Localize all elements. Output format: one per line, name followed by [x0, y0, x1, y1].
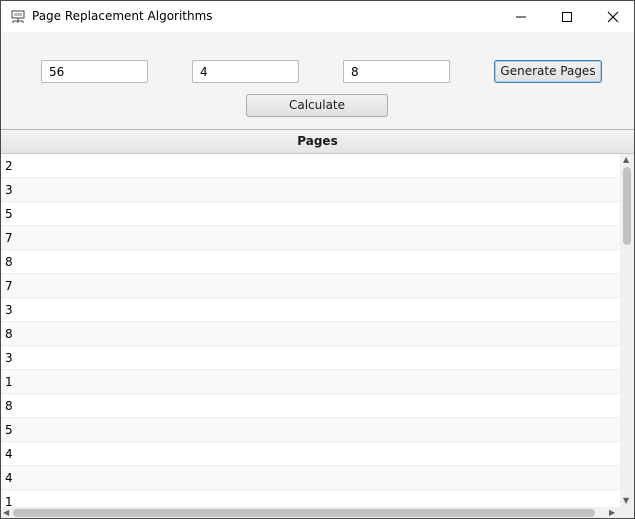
table-row[interactable]: 1	[1, 370, 620, 394]
input-field-3[interactable]	[343, 60, 450, 83]
input-field-2[interactable]	[192, 60, 299, 83]
table-row[interactable]: 5	[1, 418, 620, 442]
scroll-up-icon[interactable]: ▲	[623, 156, 629, 164]
title-bar[interactable]: Page Replacement Algorithms	[1, 1, 634, 32]
close-icon	[607, 11, 619, 23]
table-row[interactable]: 7	[1, 274, 620, 298]
vertical-scroll-thumb[interactable]	[623, 167, 631, 245]
table-row[interactable]: 4	[1, 466, 620, 490]
table-row[interactable]: 8	[1, 322, 620, 346]
table-row[interactable]: 2	[1, 154, 620, 178]
table-row[interactable]: 5	[1, 202, 620, 226]
minimize-icon	[516, 16, 526, 18]
window-title: Page Replacement Algorithms	[32, 9, 213, 23]
input-field-1[interactable]	[41, 60, 148, 83]
horizontal-scrollbar[interactable]: ◀ ▶	[1, 507, 620, 518]
scroll-right-icon[interactable]: ▶	[609, 509, 615, 517]
vertical-scrollbar[interactable]: ▲ ▼	[620, 154, 634, 507]
scrollbar-corner	[620, 507, 634, 518]
table-row[interactable]: 3	[1, 298, 620, 322]
scroll-down-icon[interactable]: ▼	[623, 497, 629, 505]
generate-pages-button[interactable]: Generate Pages	[494, 60, 602, 83]
pages-column-header[interactable]: Pages	[1, 130, 634, 154]
table-row[interactable]: 1	[1, 490, 620, 507]
scroll-left-icon[interactable]: ◀	[3, 509, 9, 517]
calculate-button[interactable]: Calculate	[246, 94, 388, 117]
table-row[interactable]: 3	[1, 178, 620, 202]
minimize-button[interactable]	[498, 1, 544, 32]
table-row[interactable]: 3	[1, 346, 620, 370]
close-button[interactable]	[590, 1, 634, 32]
table-body: 235787383185441	[1, 154, 620, 507]
horizontal-scroll-thumb[interactable]	[13, 509, 595, 517]
input-toolbar: Generate Pages Calculate	[1, 32, 634, 129]
table-row[interactable]: 8	[1, 394, 620, 418]
maximize-button[interactable]	[544, 1, 590, 32]
table-row[interactable]: 8	[1, 250, 620, 274]
maximize-icon	[562, 12, 572, 22]
table-row[interactable]: 4	[1, 442, 620, 466]
table-row[interactable]: 7	[1, 226, 620, 250]
app-window: Page Replacement Algorithms Generate Pag…	[0, 0, 635, 519]
network-printer-icon	[10, 9, 26, 25]
pages-table: Pages 235787383185441 ▲ ▼ ◀ ▶	[1, 129, 634, 518]
